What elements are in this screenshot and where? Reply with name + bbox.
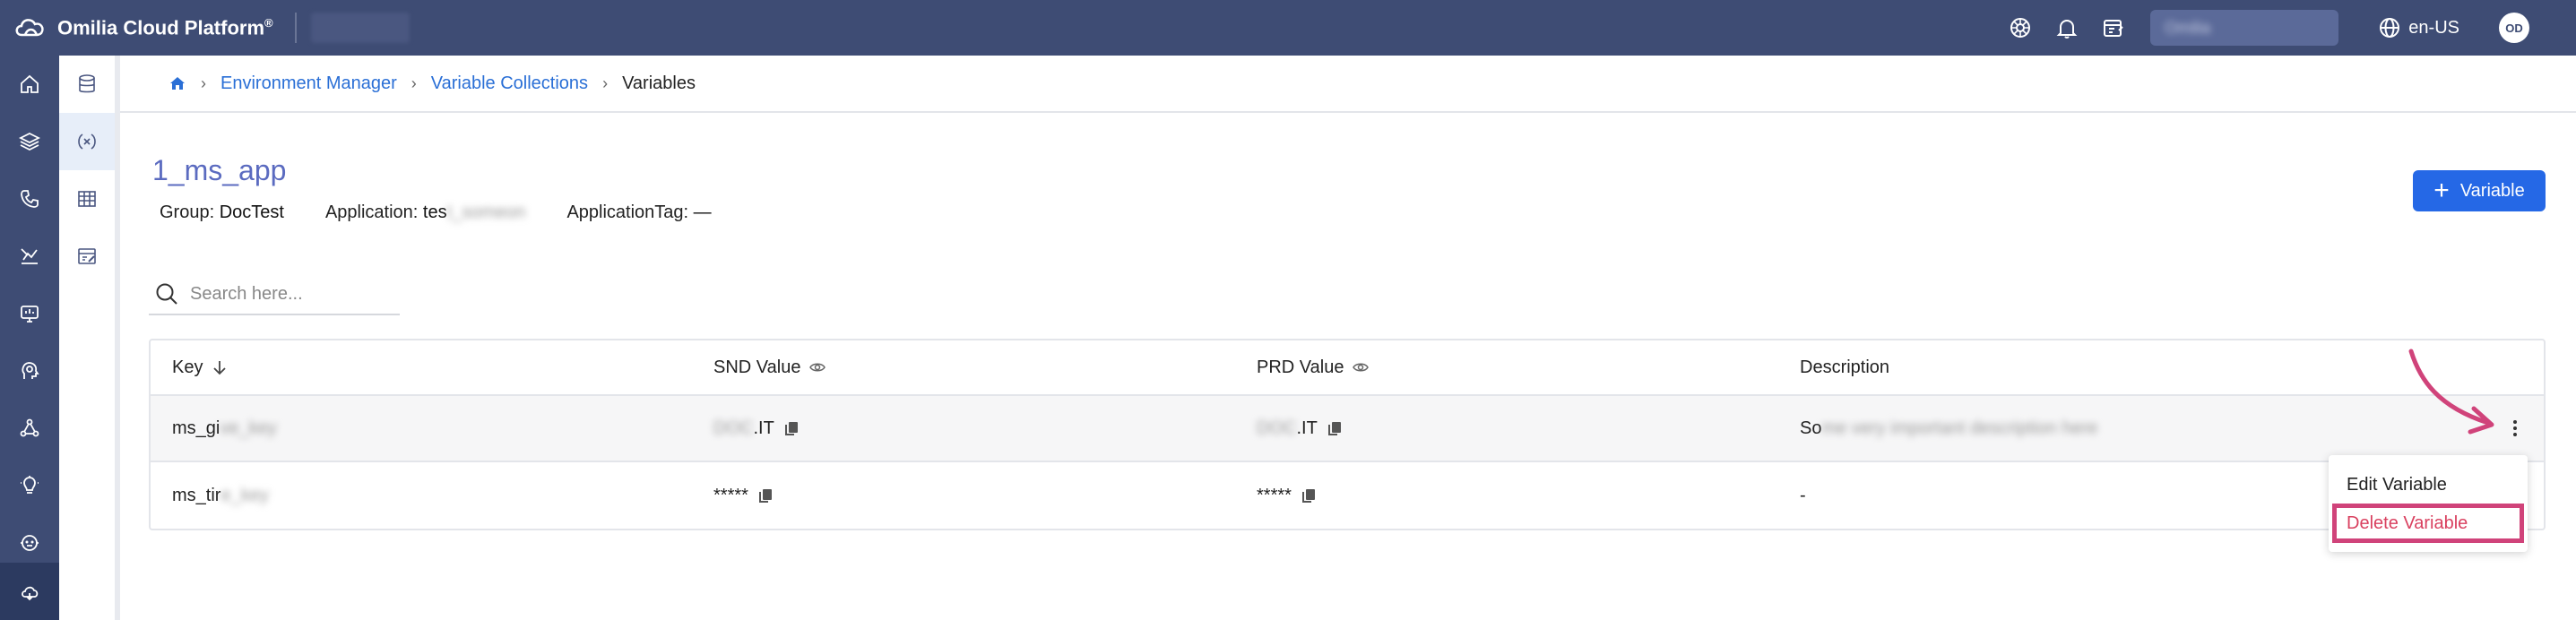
annotation-arrow-icon	[2408, 349, 2494, 435]
language-selector[interactable]: en-US	[2378, 16, 2459, 39]
page-title: 1_ms_app	[152, 154, 287, 186]
secondary-sidebar	[59, 56, 120, 620]
topbar-actions: Omilia en-US OD	[2007, 0, 2576, 56]
subnav-variables-icon[interactable]	[59, 113, 115, 170]
variables-table: Key SND Value PRD Value Description ms_g…	[149, 339, 2546, 530]
column-key[interactable]: Key	[172, 340, 228, 394]
search-icon	[156, 283, 177, 305]
top-bar: Omilia Cloud Platform® Omilia en-US OD	[0, 0, 2576, 56]
breadcrumb: › Environment Manager › Variable Collect…	[120, 56, 2576, 113]
column-description-label: Description	[1800, 357, 1890, 377]
user-avatar[interactable]: OD	[2499, 13, 2529, 43]
subnav-table-icon[interactable]	[59, 170, 115, 228]
collection-meta: Group: DocTest Application: test_someon …	[160, 202, 753, 223]
settings-sun-icon[interactable]	[2007, 14, 2034, 41]
edit-variable-menu-item[interactable]: Edit Variable	[2329, 468, 2528, 502]
copy-icon[interactable]	[757, 487, 774, 504]
breadcrumb-separator: ›	[411, 73, 417, 92]
copy-icon[interactable]	[1301, 487, 1317, 504]
table-header: Key SND Value PRD Value Description	[151, 340, 2544, 396]
table-row[interactable]: ms_gi ve_key DOC .IT DOC .IT So me very impo…	[151, 396, 2544, 462]
breadcrumb-variable-collections[interactable]: Variable Collections	[431, 73, 588, 94]
copy-icon[interactable]	[783, 420, 800, 436]
search-input[interactable]	[190, 283, 387, 305]
row-prd-value: DOC .IT	[1257, 396, 1343, 461]
column-key-label: Key	[172, 357, 203, 377]
app-title: Omilia Cloud Platform®	[57, 15, 273, 39]
column-prd-value: PRD Value	[1257, 340, 1370, 394]
nav-phone-icon[interactable]	[0, 170, 59, 228]
application-info: Application: test_someon	[324, 202, 526, 222]
cloud-logo-icon	[15, 19, 44, 37]
language-label: en-US	[2408, 17, 2459, 38]
row-description: So me very important description here	[1800, 418, 2098, 438]
table-row[interactable]: ms_tir e_key ***** ***** -	[151, 462, 2544, 529]
row-snd-value: *****	[713, 462, 774, 529]
row-key: ms_gi ve_key	[172, 418, 277, 438]
row-description: -	[1800, 485, 1806, 505]
nav-cloud-icon[interactable]	[0, 563, 59, 620]
sort-arrow-down-icon[interactable]	[212, 359, 228, 375]
search-box	[149, 274, 400, 315]
organization-select[interactable]: Omilia	[2150, 10, 2339, 46]
breadcrumb-home-icon[interactable]	[169, 74, 186, 92]
column-snd-value: SND Value	[713, 340, 826, 394]
nav-head-gear-icon[interactable]	[0, 342, 59, 400]
row-prd-value: *****	[1257, 462, 1317, 529]
delete-variable-menu-item[interactable]: Delete Variable	[2332, 504, 2524, 543]
group-info: Group: DocTest	[160, 202, 284, 222]
column-prd-label: PRD Value	[1257, 357, 1344, 377]
application-tag-info: ApplicationTag: —	[566, 202, 712, 222]
app-logo[interactable]: Omilia Cloud Platform®	[13, 13, 273, 42]
nav-nodes-icon[interactable]	[0, 400, 59, 457]
subnav-database-icon[interactable]	[59, 56, 115, 113]
nav-monitor-icon[interactable]	[0, 285, 59, 342]
plus-icon: +	[2433, 176, 2450, 205]
subnav-form-edit-icon[interactable]	[59, 228, 115, 285]
breadcrumb-variables: Variables	[622, 73, 696, 93]
add-variable-button[interactable]: + Variable	[2413, 170, 2546, 211]
add-variable-label: Variable	[2459, 180, 2525, 201]
eye-icon[interactable]	[1353, 359, 1370, 375]
organization-name: Omilia	[2165, 18, 2211, 37]
nav-home-icon[interactable]	[0, 56, 59, 113]
column-description: Description	[1800, 340, 1889, 394]
topbar-divider	[294, 13, 297, 43]
nav-lightbulb-icon[interactable]	[0, 457, 59, 514]
eye-icon[interactable]	[809, 359, 826, 375]
column-snd-label: SND Value	[713, 357, 801, 377]
row-actions-menu: Edit Variable Delete Variable	[2329, 455, 2528, 552]
primary-sidebar	[0, 56, 59, 620]
breadcrumb-separator: ›	[201, 73, 206, 92]
breadcrumb-environment-manager[interactable]: Environment Manager	[220, 73, 397, 94]
breadcrumb-separator: ›	[602, 73, 609, 92]
globe-icon	[2380, 18, 2400, 38]
bell-icon[interactable]	[2053, 14, 2080, 41]
copy-icon[interactable]	[1327, 420, 1343, 436]
nav-layers-icon[interactable]	[0, 113, 59, 170]
row-key: ms_tir e_key	[172, 485, 269, 505]
nav-analytics-icon[interactable]	[0, 228, 59, 285]
blurred-context	[310, 13, 410, 43]
notes-icon[interactable]	[2100, 14, 2127, 41]
row-snd-value: DOC .IT	[713, 396, 800, 461]
